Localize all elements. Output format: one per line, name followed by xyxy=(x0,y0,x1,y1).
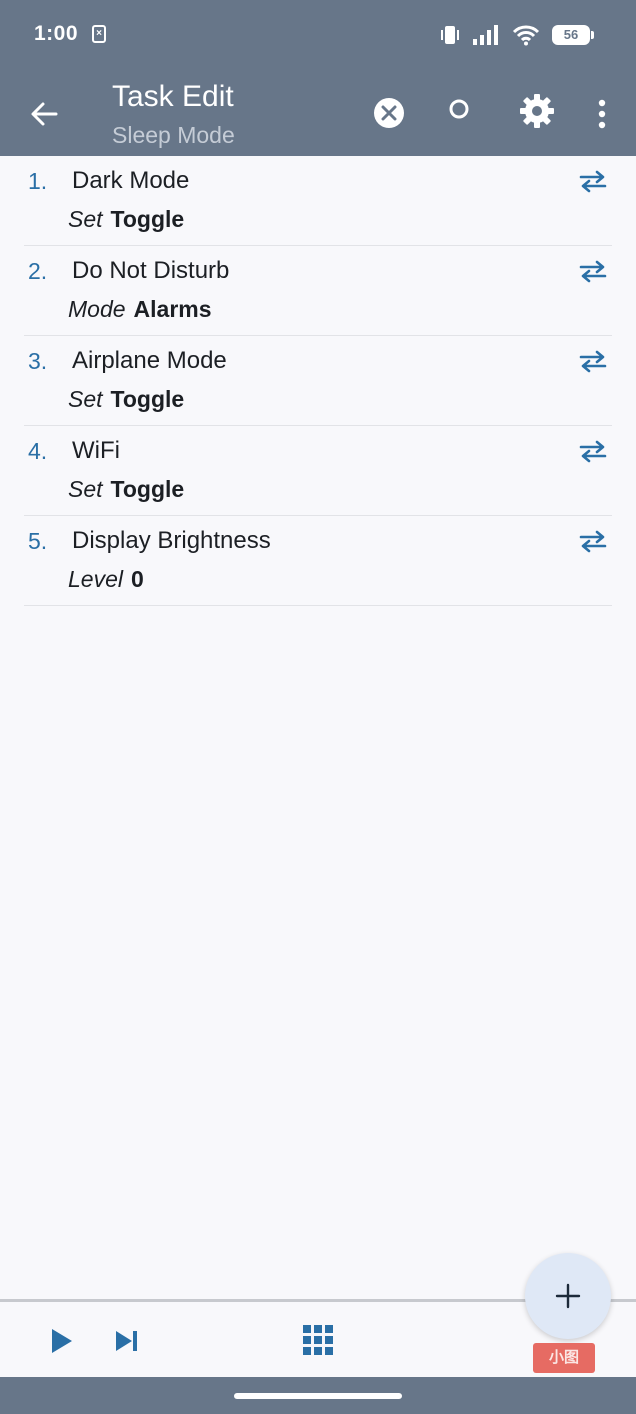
action-number: 1. xyxy=(28,168,48,194)
action-row[interactable]: 4. WiFi Set Toggle xyxy=(24,426,612,516)
param-label: Level xyxy=(68,566,123,592)
add-action-button[interactable] xyxy=(525,1253,611,1339)
more-vert-icon[interactable] xyxy=(588,94,616,134)
status-bar: 1:00 × 56 xyxy=(0,0,636,70)
badge: 小图 xyxy=(533,1343,595,1373)
param-label: Mode xyxy=(68,296,126,322)
action-param: Set Toggle xyxy=(68,476,184,503)
action-name: Display Brightness xyxy=(72,527,271,554)
param-value: Toggle xyxy=(110,476,185,502)
swap-icon[interactable] xyxy=(578,529,608,553)
play-icon[interactable] xyxy=(46,1326,76,1356)
action-name: Dark Mode xyxy=(72,167,190,194)
action-row[interactable]: 2. Do Not Disturb Mode Alarms xyxy=(24,246,612,336)
status-time: 1:00 xyxy=(34,22,79,45)
app-bar: Task Edit Sleep Mode xyxy=(0,70,636,156)
action-row[interactable]: 1. Dark Mode Set Toggle xyxy=(24,156,612,246)
action-row[interactable]: 3. Airplane Mode Set Toggle xyxy=(24,336,612,426)
swap-icon[interactable] xyxy=(578,349,608,373)
action-param: Set Toggle xyxy=(68,386,184,413)
skip-next-icon[interactable] xyxy=(112,1326,142,1356)
param-value: Alarms xyxy=(133,296,212,322)
gear-icon[interactable] xyxy=(518,92,556,130)
action-list: 1. Dark Mode Set Toggle 2. Do Not Disturb… xyxy=(24,156,612,606)
action-name: Airplane Mode xyxy=(72,347,227,374)
action-param: Mode Alarms xyxy=(68,296,212,323)
action-row[interactable]: 5. Display Brightness Level 0 xyxy=(24,516,612,606)
record-icon[interactable] xyxy=(444,94,474,124)
action-name: WiFi xyxy=(72,437,120,464)
action-name: Do Not Disturb xyxy=(72,257,230,284)
param-value: 0 xyxy=(130,566,144,592)
action-param: Set Toggle xyxy=(68,206,184,233)
param-label: Set xyxy=(68,206,103,232)
vibrate-icon xyxy=(441,26,459,44)
page-subtitle: Sleep Mode xyxy=(112,122,235,148)
page-title: Task Edit xyxy=(112,80,234,113)
grid-icon[interactable] xyxy=(302,1324,334,1356)
status-icons: 56 xyxy=(440,22,594,48)
param-label: Set xyxy=(68,476,103,502)
x-notification-icon: × xyxy=(92,25,106,43)
action-number: 5. xyxy=(28,528,48,554)
nav-bar xyxy=(0,1377,636,1414)
screen: 1:00 × 56 Task Edit Sleep Mode 1. Dark M… xyxy=(0,0,636,1414)
battery-icon: 56 xyxy=(552,25,594,45)
param-value: Toggle xyxy=(110,206,185,232)
param-value: Toggle xyxy=(110,386,185,412)
action-number: 3. xyxy=(28,348,48,374)
swap-icon[interactable] xyxy=(578,169,608,193)
param-label: Set xyxy=(68,386,103,412)
swap-icon[interactable] xyxy=(578,439,608,463)
signal-icon xyxy=(473,25,498,45)
cancel-icon[interactable] xyxy=(372,96,406,130)
home-indicator[interactable] xyxy=(234,1393,402,1399)
wifi-icon xyxy=(512,25,540,46)
back-arrow-icon[interactable] xyxy=(24,94,64,134)
action-number: 2. xyxy=(28,258,48,284)
add-icon xyxy=(555,1283,581,1309)
action-number: 4. xyxy=(28,438,48,464)
swap-icon[interactable] xyxy=(578,259,608,283)
action-param: Level 0 xyxy=(68,566,144,593)
